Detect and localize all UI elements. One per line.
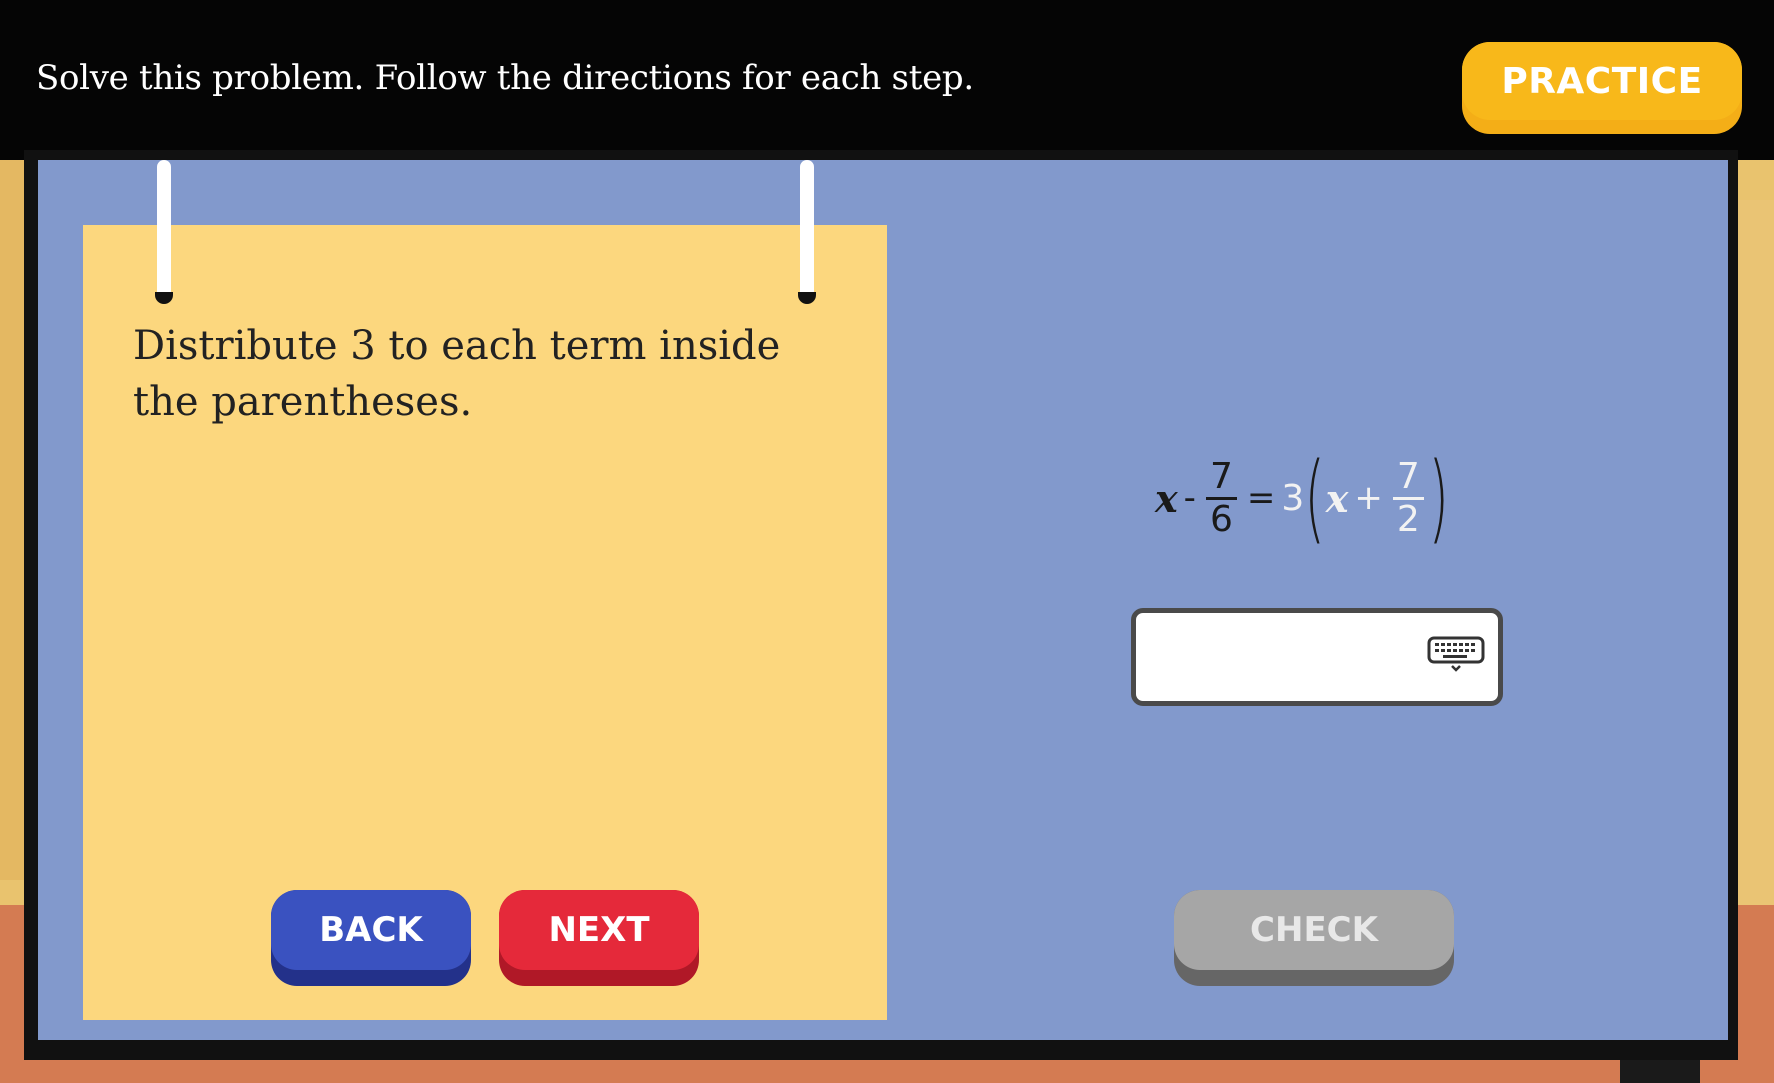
- practice-button[interactable]: PRACTICE: [1462, 42, 1742, 134]
- next-button-label: NEXT: [499, 890, 699, 970]
- fraction-numerator: 7: [1205, 456, 1237, 500]
- step-instruction: Distribute 3 to each term inside the par…: [133, 323, 781, 425]
- equation-coefficient: 3: [1281, 477, 1305, 519]
- top-bar: Solve this problem. Follow the direction…: [0, 0, 1774, 160]
- fraction-denominator: 6: [1209, 498, 1233, 540]
- equation-lhs-fraction: 7 6: [1205, 456, 1237, 540]
- note-hanging-string-right: [800, 160, 814, 300]
- equation: x - 7 6 = 3 ( x + 7 2 ): [1155, 448, 1449, 548]
- equation-rhs-fraction: 7 2: [1392, 456, 1424, 540]
- keyboard-icon[interactable]: [1427, 636, 1485, 672]
- next-button[interactable]: NEXT: [499, 890, 699, 986]
- close-paren: ): [1428, 442, 1449, 554]
- fraction-numerator: 7: [1392, 456, 1424, 500]
- back-button-label: BACK: [271, 890, 471, 970]
- open-paren: (: [1304, 442, 1326, 554]
- check-button[interactable]: CHECK: [1174, 890, 1454, 986]
- equation-lhs-operator: -: [1183, 478, 1196, 518]
- note-hanging-string-left: [157, 160, 171, 300]
- fraction-denominator: 2: [1396, 498, 1420, 540]
- check-button-label: CHECK: [1174, 890, 1454, 970]
- equation-rhs-operator: +: [1354, 478, 1383, 518]
- back-button[interactable]: BACK: [271, 890, 471, 986]
- equation-lhs-variable: x: [1155, 475, 1178, 521]
- equals-sign: =: [1246, 478, 1276, 518]
- equation-rhs-variable: x: [1325, 475, 1349, 521]
- instruction-text: Solve this problem. Follow the direction…: [36, 58, 974, 98]
- practice-button-label: PRACTICE: [1462, 42, 1742, 120]
